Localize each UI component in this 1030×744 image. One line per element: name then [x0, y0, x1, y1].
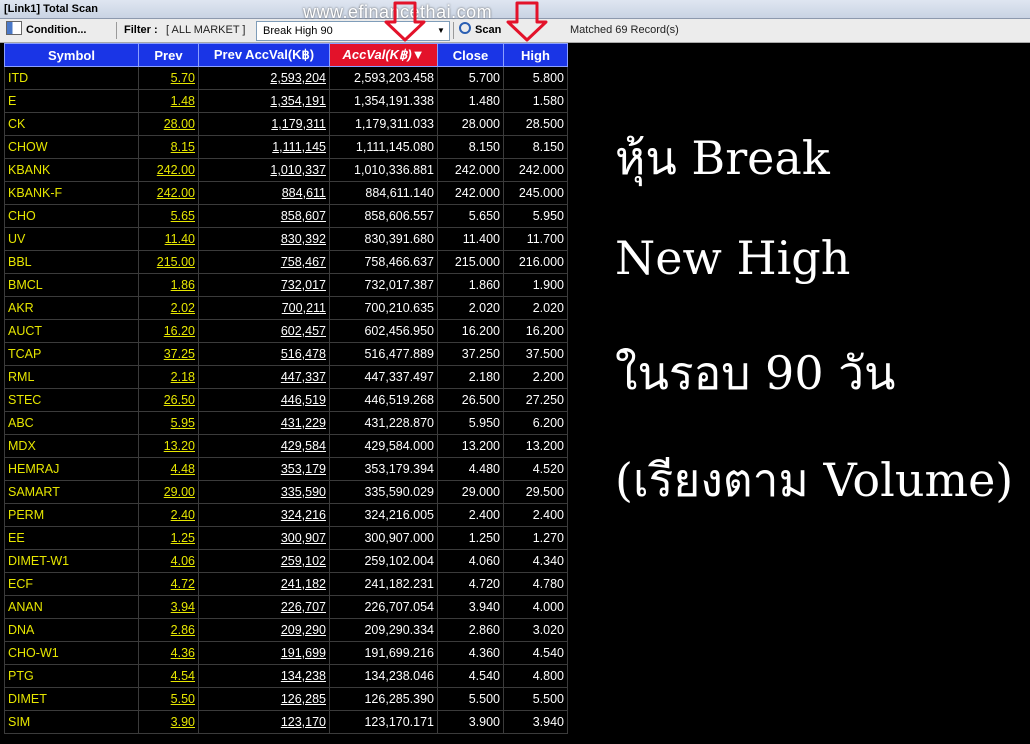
overlay-caption-line: ในรอบ 90 วัน [615, 346, 896, 400]
overlay-caption-line: New High [615, 231, 851, 285]
overlay-caption-line: (เรียงตาม Volume) [615, 453, 1014, 507]
arrow-down-icon [506, 1, 548, 42]
overlay-caption-line: หุ้น Break [615, 131, 830, 185]
arrow-down-icon [384, 1, 426, 42]
